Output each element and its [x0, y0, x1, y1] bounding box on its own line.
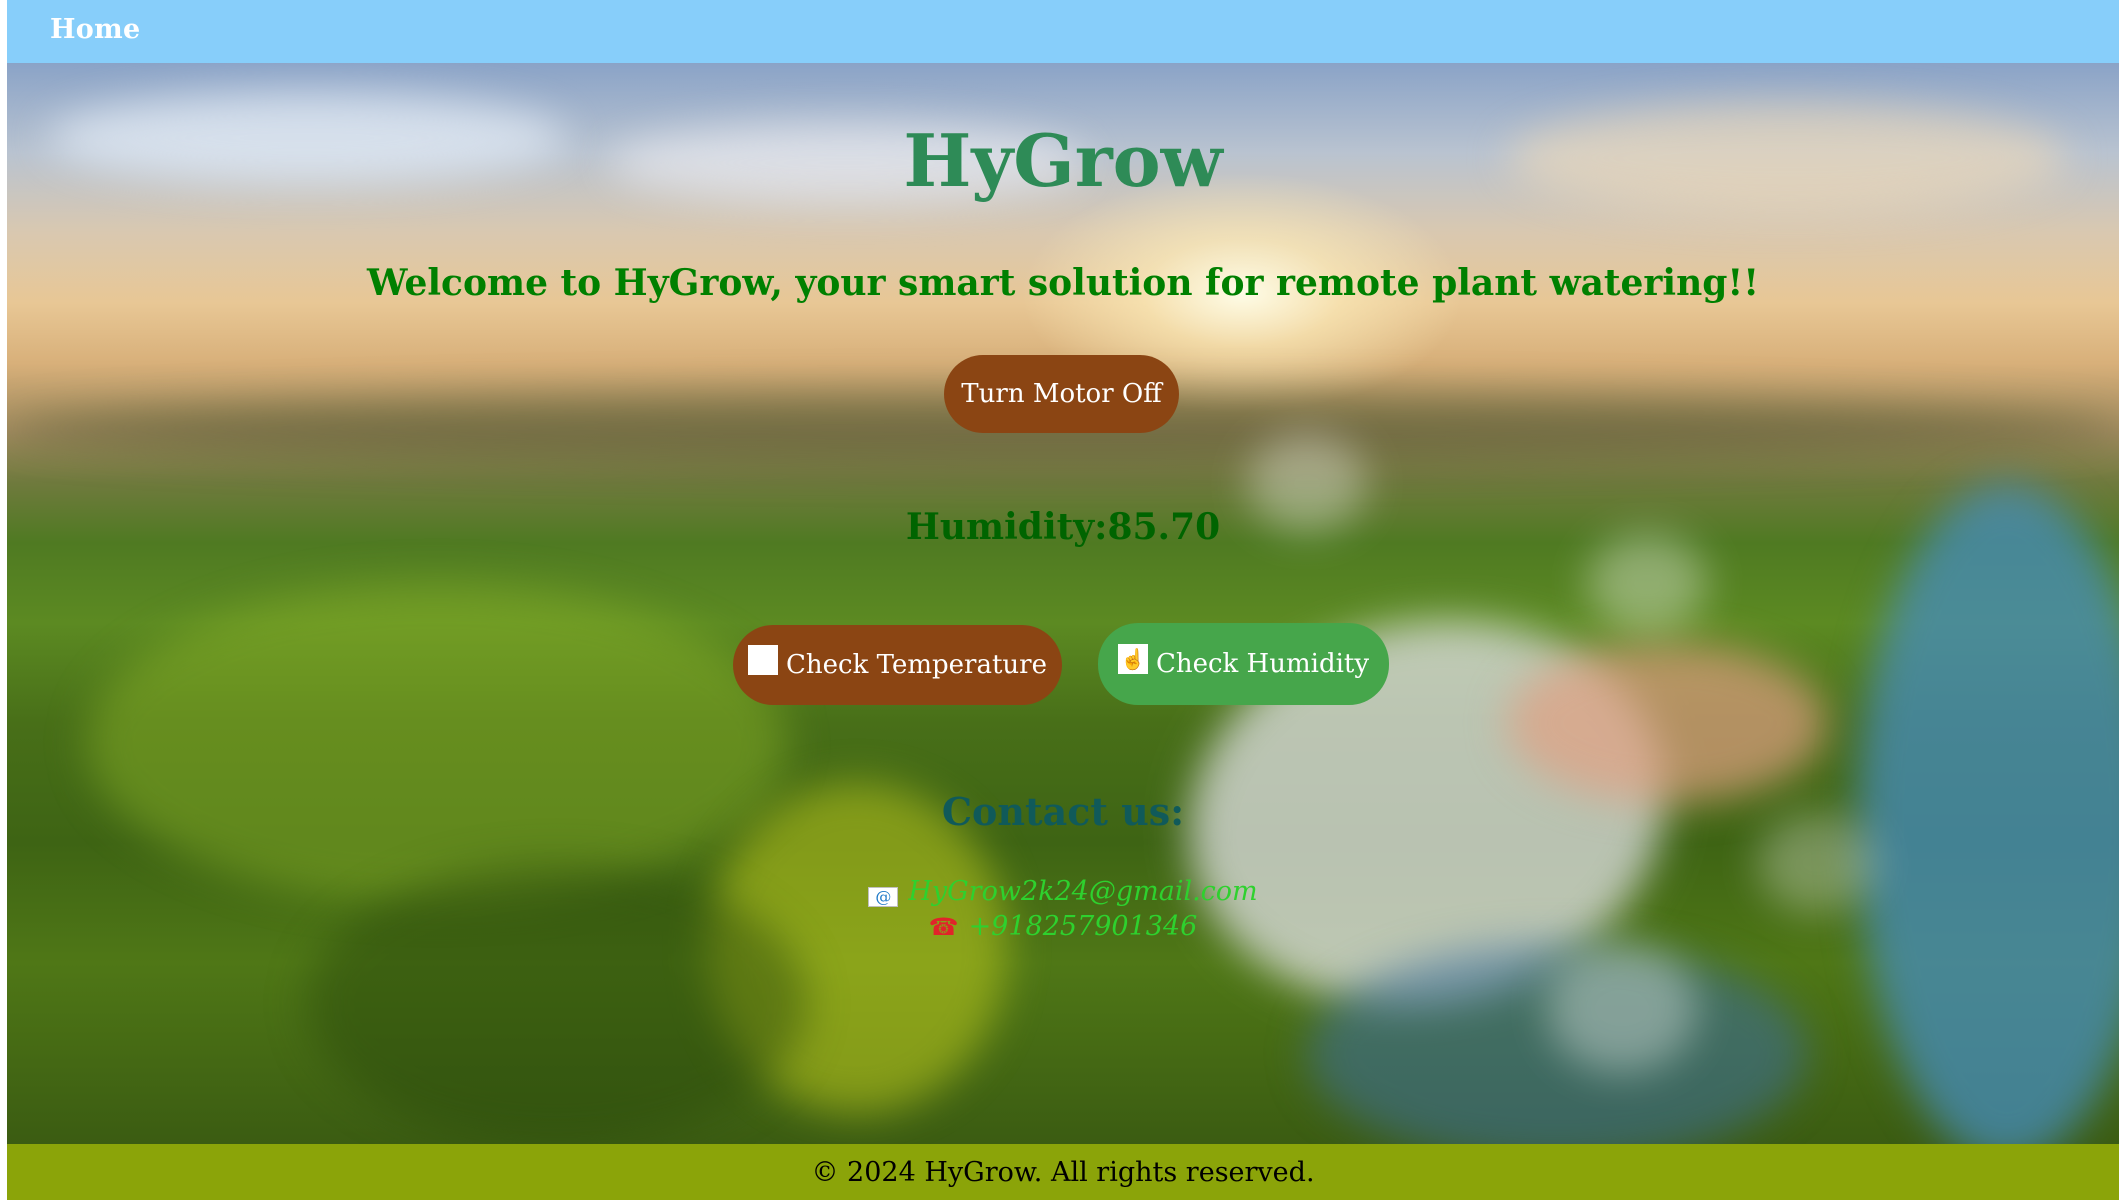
temperature-button-label: Check Temperature — [786, 650, 1047, 680]
page-footer: © 2024 HyGrow. All rights reserved. — [7, 1144, 2119, 1200]
sensor-reading: Humidity:85.70 — [905, 506, 1221, 548]
turn-motor-off-button[interactable]: Turn Motor Off — [944, 355, 1179, 433]
main-content: HyGrow Welcome to HyGrow, your smart sol… — [7, 0, 2119, 1144]
page: Home HyGrow Welcome to HyGrow, your smar… — [7, 0, 2119, 1200]
phone-icon: ☎ — [928, 913, 959, 941]
humidity-button-label: Check Humidity — [1155, 649, 1370, 679]
email-icon: @ — [868, 887, 899, 907]
check-humidity-button[interactable]: ☝ Check Humidity — [1098, 623, 1389, 705]
thermometer-icon: 🌡 — [748, 645, 779, 675]
copyright-text: © 2024 HyGrow. All rights reserved. — [811, 1156, 1315, 1188]
phone-link[interactable]: +918257901346 — [969, 911, 1198, 942]
contact-heading: Contact us: — [941, 789, 1185, 834]
email-link[interactable]: HyGrow2k24@gmail.com — [908, 876, 1257, 907]
contact-email-row: @ HyGrow2k24@gmail.com — [7, 876, 2119, 907]
welcome-message: Welcome to HyGrow, your smart solution f… — [366, 262, 1760, 304]
page-title: HyGrow — [903, 118, 1223, 203]
contact-phone-row: ☎ +918257901346 — [7, 911, 2119, 942]
check-temperature-button[interactable]: 🌡 Check Temperature — [733, 625, 1062, 705]
hand-icon: ☝ — [1117, 644, 1148, 674]
motor-button-label: Turn Motor Off — [961, 379, 1162, 409]
